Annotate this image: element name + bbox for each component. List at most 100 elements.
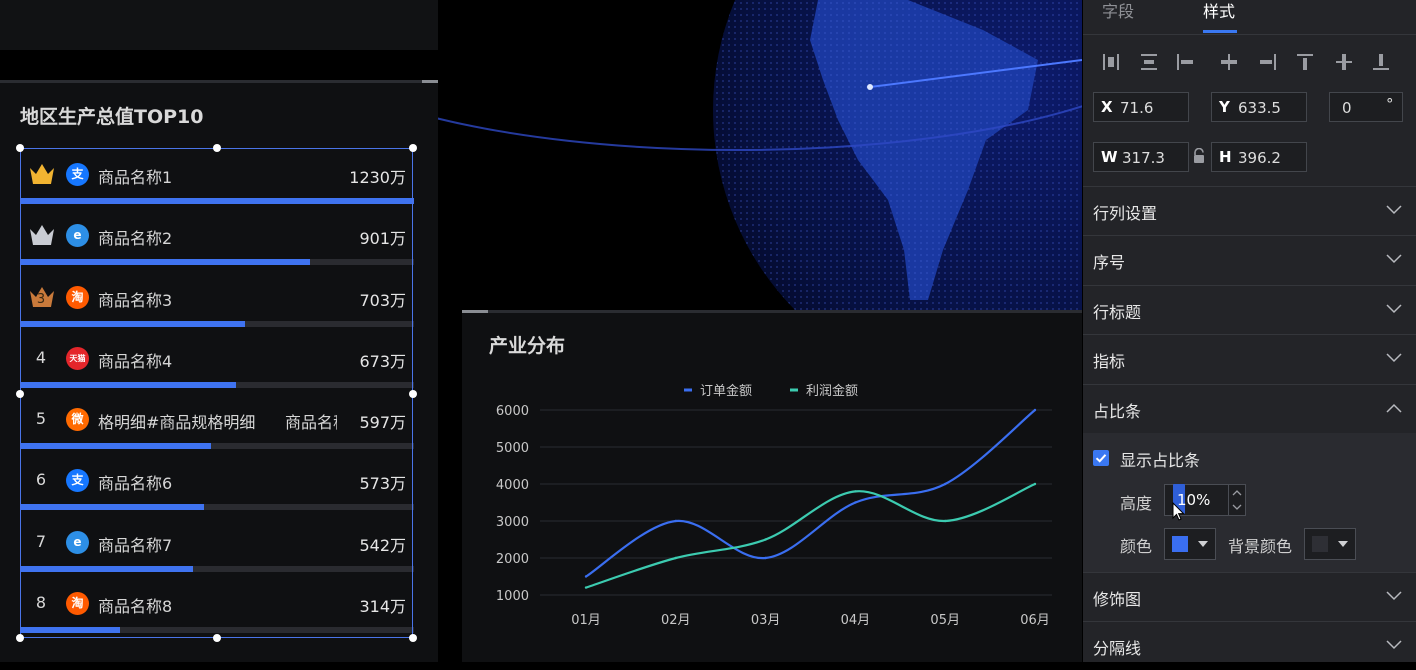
data-point: [764, 538, 767, 541]
align-bottom-icon[interactable]: [1371, 52, 1391, 72]
item-name: 商品名称7: [98, 535, 173, 555]
x-tick-label: 06月: [1020, 613, 1050, 628]
panel-top-border: [0, 80, 438, 83]
section-title: 行列设置: [1093, 204, 1158, 223]
ranking-title: 地区生产总值TOP10: [20, 106, 204, 128]
alipay-icon: 支: [66, 163, 89, 186]
stepper-divider: [1228, 485, 1229, 515]
ratio-bar-track: [20, 320, 414, 327]
x-value[interactable]: 71.6: [1120, 99, 1153, 117]
align-top-icon[interactable]: [1295, 52, 1315, 72]
ratio-bar-fill: [20, 504, 204, 511]
section-title: 占比条: [1093, 402, 1142, 421]
lock-icon[interactable]: [1192, 148, 1206, 164]
section-header[interactable]: 修饰图: [1083, 572, 1416, 621]
globe-background: [438, 0, 1082, 310]
tab-fields[interactable]: 字段: [1102, 0, 1134, 22]
y-value[interactable]: 633.5: [1238, 99, 1281, 117]
align-right-icon[interactable]: [1258, 52, 1278, 72]
ratio-bar-track: [20, 565, 414, 572]
h-value[interactable]: 396.2: [1238, 149, 1281, 167]
distribute-vertical-icon[interactable]: [1139, 52, 1159, 72]
section-header[interactable]: 行标题: [1083, 285, 1416, 334]
x-tick-label: 03月: [751, 613, 781, 628]
align-middle-v-icon[interactable]: [1334, 52, 1354, 72]
data-point: [584, 575, 588, 578]
x-field[interactable]: X 71.6: [1093, 92, 1189, 122]
tab-style[interactable]: 样式: [1203, 0, 1235, 22]
chart-panel[interactable]: 产业分布 6000 5000 4000 3000 2000 1000 01月 02月 03月 04…: [462, 310, 1082, 662]
caret-down-icon: [1338, 541, 1348, 547]
ratio-bar-fill: [20, 198, 414, 204]
ranking-row[interactable]: 4 天猫 商品名称4 673万: [20, 332, 414, 393]
item-value: 314万: [359, 597, 406, 617]
data-point: [854, 490, 857, 493]
chevron-down-icon[interactable]: [1231, 502, 1243, 512]
y-tick-label: 4000: [496, 478, 529, 493]
ranking-row[interactable]: 7 e 商品名称7 542万: [20, 516, 414, 577]
distribute-horizontal-icon[interactable]: [1101, 52, 1121, 72]
align-center-h-icon[interactable]: [1219, 52, 1239, 72]
taobao-icon: 淘: [66, 285, 89, 309]
panel-drag-handle[interactable]: [422, 80, 438, 83]
legend-label: 利润金额: [806, 383, 858, 399]
ratio-bar-fill: [20, 627, 121, 634]
section-header[interactable]: 行列设置: [1083, 186, 1416, 235]
series-line-1: [585, 409, 1036, 578]
show-ratio-checkbox[interactable]: [1093, 450, 1109, 466]
ranking-list[interactable]: 支商品名称1 1230万 e 商品名称2 901万 3 淘商品名称3 703万 4 天猫 商品名称4…: [20, 148, 414, 638]
section-title: 行标题: [1093, 303, 1142, 322]
x-tick-label: 02月: [661, 613, 691, 628]
ranking-row[interactable]: e 商品名称2 901万: [20, 209, 414, 270]
item-name: 商品名称2: [98, 229, 173, 249]
w-field[interactable]: W 317.3: [1093, 142, 1189, 172]
height-label: 高度: [1120, 494, 1153, 513]
section-header[interactable]: 序号: [1083, 235, 1416, 284]
ratio-bar-fill: [20, 565, 194, 572]
properties-tabs: 字段 样式: [1083, 0, 1416, 35]
chevron-up-icon[interactable]: [1231, 488, 1243, 498]
show-ratio-label: 显示占比条: [1120, 451, 1201, 470]
properties-panel: 字段 样式 X 71.6 Y 633.5 0 ° W 317.3 H 396.2…: [1083, 0, 1416, 662]
align-left-icon[interactable]: [1175, 52, 1195, 72]
ratio-bar-track: [20, 198, 414, 204]
item-name: 商品名称1: [98, 168, 173, 187]
w-label: W: [1101, 148, 1118, 166]
rotation-field[interactable]: 0 °: [1329, 92, 1403, 122]
rotation-value[interactable]: 0: [1342, 99, 1352, 117]
section-header[interactable]: 指标: [1083, 334, 1416, 383]
ranking-row[interactable]: 5微格明细#商品规格明细 商品名称 597万: [20, 393, 414, 454]
item-name: 商品名称4: [98, 351, 173, 371]
x-tick-label: 05月: [930, 613, 960, 628]
item-value: 703万: [359, 290, 406, 310]
item-value: 901万: [359, 229, 406, 249]
rotation-unit: °: [1386, 95, 1394, 113]
chevron-down-icon: [1386, 640, 1402, 650]
item-value: 1230万: [349, 168, 406, 187]
section-header[interactable]: 占比条: [1083, 384, 1416, 433]
data-point: [764, 556, 767, 560]
series-line-2: [585, 482, 1036, 589]
h-field[interactable]: H 396.2: [1211, 142, 1307, 172]
ranking-row[interactable]: 6 支商品名称6 573万: [20, 454, 414, 515]
ranking-row[interactable]: 3 淘商品名称3 703万: [20, 271, 414, 332]
ranking-panel[interactable]: 地区生产总值TOP10 支商品名称1 1230万 e 商品名称2 901万 3 淘商品名称3…: [0, 80, 438, 662]
rank-number: 4: [35, 347, 47, 367]
ranking-row[interactable]: 支商品名称1 1230万: [20, 148, 414, 209]
crown-icon: [30, 164, 54, 184]
ratio-bar-settings: 显示占比条 高度 10% 颜色 背景颜色: [1083, 433, 1416, 572]
alipay-icon: 支: [66, 469, 89, 493]
data-point: [674, 556, 677, 560]
y-field[interactable]: Y 633.5: [1211, 92, 1307, 122]
section-title: 分隔线: [1093, 639, 1142, 658]
w-value[interactable]: 317.3: [1122, 149, 1165, 167]
align-toolbar: [1083, 44, 1416, 80]
panel-drag-handle[interactable]: [462, 310, 488, 313]
section-header[interactable]: 分隔线: [1083, 621, 1416, 670]
ie-icon: e: [66, 530, 89, 554]
ratio-bar-track: [20, 381, 414, 388]
color-picker[interactable]: [1164, 528, 1216, 560]
ratio-bar-fill: [20, 259, 310, 266]
bg-color-picker[interactable]: [1304, 528, 1356, 560]
ranking-row[interactable]: 8 淘商品名称8 314万: [20, 577, 414, 638]
